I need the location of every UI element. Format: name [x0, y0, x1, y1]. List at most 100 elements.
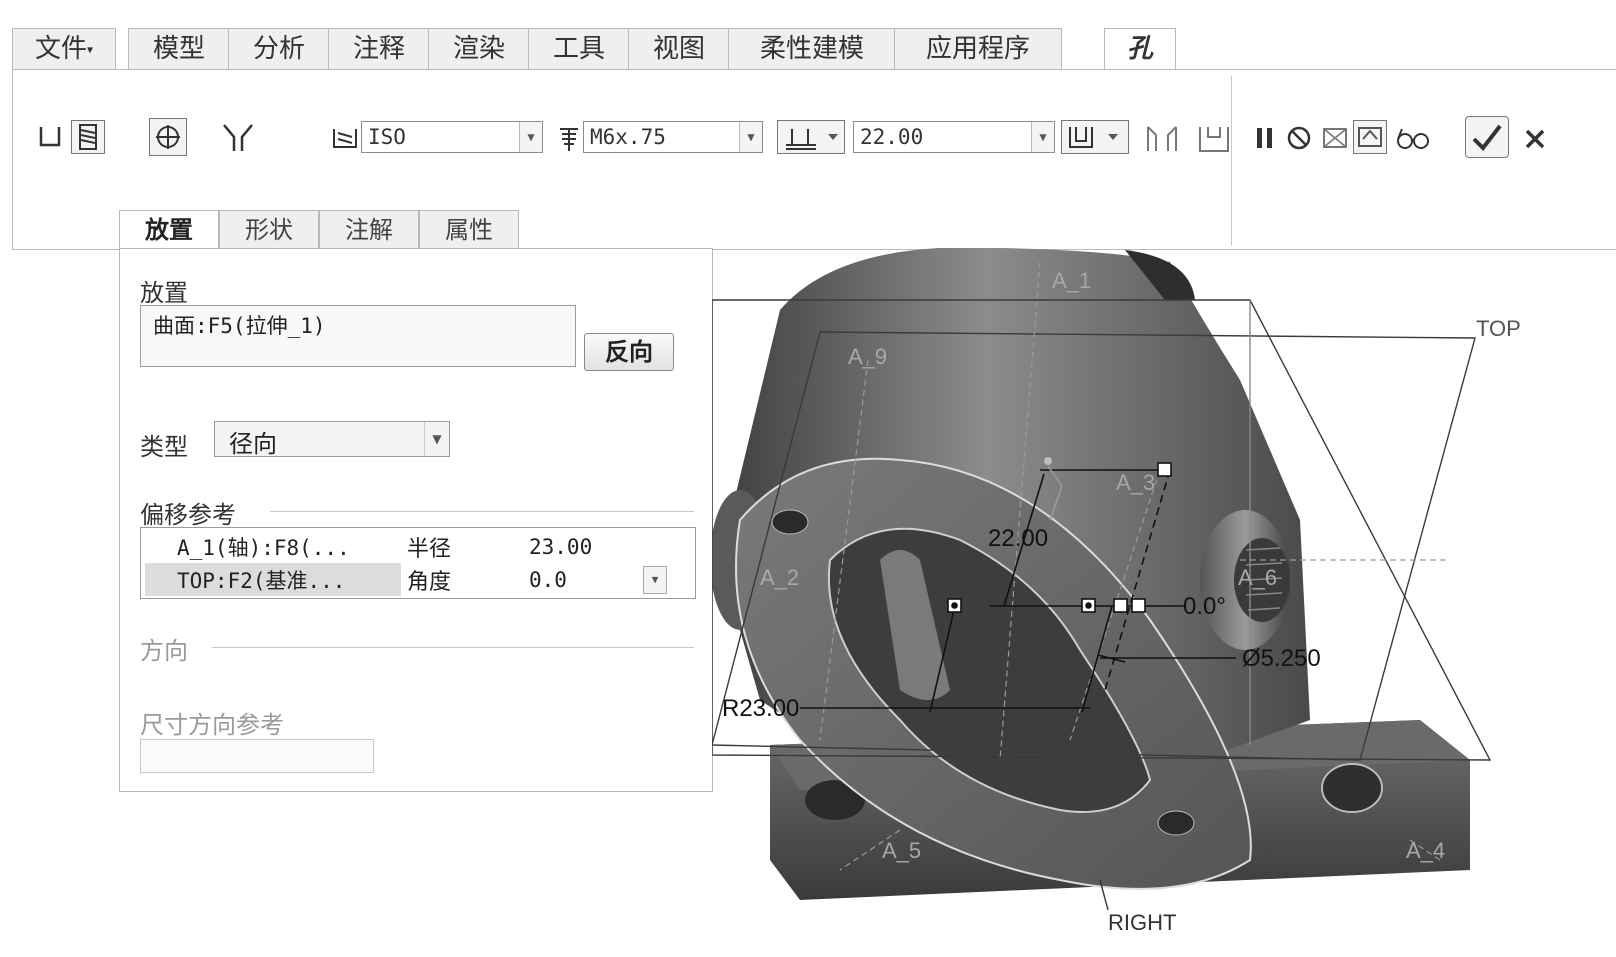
diameter-drag-handle[interactable] [1113, 598, 1128, 613]
tab-applications[interactable]: 应用程序 [894, 28, 1062, 69]
chevron-down-icon[interactable]: ▼ [424, 422, 449, 456]
glasses-icon [1397, 128, 1429, 149]
counterbore-icon [1199, 127, 1229, 152]
depth-value-select[interactable]: 22.00 ▼ [853, 121, 1055, 153]
offset-value-cell[interactable]: 0.0 ▼ [523, 563, 675, 596]
chevron-down-icon[interactable]: ▼ [1031, 122, 1054, 152]
simple-hole-button[interactable] [35, 122, 65, 152]
placement-panel: 放置 曲面:F5(拉伸_1) 反向 类型 径向 ▼ 偏移参考 A_1(轴):F8… [119, 248, 713, 792]
angle-drag-handle[interactable] [1131, 598, 1146, 613]
datum-label-a4: A_4 [1406, 838, 1445, 863]
offset-ref-cell[interactable]: A_1(轴):F8(... [145, 530, 401, 563]
depth-type-button[interactable] [777, 120, 845, 154]
tab-tools[interactable]: 工具 [528, 28, 630, 69]
preview-button[interactable] [1319, 122, 1349, 152]
subtab-placement[interactable]: 放置 [119, 210, 219, 251]
standard-select[interactable]: ISO ▼ [361, 121, 543, 153]
placement-surface-ref: 曲面:F5(拉伸_1) [153, 314, 326, 338]
dim-direction-collector[interactable] [140, 739, 374, 773]
pause-button[interactable] [1249, 122, 1279, 152]
table-row[interactable]: TOP:F2(基准... 角度 0.0 ▼ [145, 563, 675, 596]
type-select[interactable]: 径向 ▼ [214, 421, 450, 458]
tab-model[interactable]: 模型 [128, 28, 230, 69]
tab-render[interactable]: 渲染 [428, 28, 530, 69]
offset-kind-cell[interactable]: 角度 [401, 563, 523, 596]
drill-tip-button[interactable] [219, 122, 255, 152]
tab-label: 孔 [1126, 34, 1153, 64]
offset-refs-table: A_1(轴):F8(... 半径 23.00 TOP:F2(基准... 角度 0… [140, 527, 696, 599]
offset-refs-label: 偏移参考 [140, 501, 236, 529]
datum-label-right: RIGHT [1108, 910, 1176, 935]
tab-hole[interactable]: 孔 [1104, 28, 1176, 71]
offset-kind-cell[interactable]: 半径 [401, 530, 523, 563]
counterbore-button[interactable] [1143, 122, 1179, 152]
placement-surface-collector[interactable]: 曲面:F5(拉伸_1) [140, 305, 576, 367]
tab-label: 柔性建模 [759, 34, 864, 64]
depth-value: 22.00 [860, 125, 924, 149]
countersink-button[interactable] [1061, 120, 1129, 154]
cancel-button[interactable] [1519, 122, 1549, 152]
depth-drag-handle[interactable] [1157, 462, 1172, 477]
simple-hole-icon [39, 127, 61, 147]
counterbore-alt-button[interactable] [1195, 122, 1231, 152]
datum-label-a2: A_2 [760, 565, 799, 590]
glasses-button[interactable] [1393, 122, 1431, 152]
radius-dim-value[interactable]: R23.00 [722, 695, 799, 722]
tab-label: 视图 [652, 34, 705, 64]
subtab-label: 放置 [145, 216, 193, 244]
depth-dim-value[interactable]: 22.00 [988, 525, 1048, 552]
confirm-button[interactable] [1465, 116, 1509, 158]
preview-icon [1323, 128, 1347, 148]
tab-annotate[interactable]: 注释 [328, 28, 430, 69]
tapped-hole-button[interactable] [149, 118, 187, 156]
graphics-viewport[interactable]: A_1 A_9 TOP A_3 A_2 A_6 A_5 A_4 RIGHT 22… [712, 248, 1616, 957]
ribbon-tab-bar: 文件▾ 模型 分析 注释 渲染 工具 视图 柔性建模 应用程序 孔 [12, 28, 1616, 71]
datum-label-top: TOP [1476, 316, 1521, 341]
standard-hole-button[interactable] [71, 120, 105, 154]
subtab-label: 注解 [345, 216, 393, 244]
blind-depth-icon [786, 129, 838, 150]
counterbore-icon [1147, 126, 1177, 151]
tab-file-label: 文件 [34, 34, 87, 64]
verify-mode-button[interactable] [1353, 120, 1387, 154]
direction-label: 方向 [140, 637, 188, 665]
tab-label: 工具 [552, 34, 605, 64]
placement-section-label: 放置 [140, 279, 188, 307]
standard-icon [333, 129, 357, 148]
angle-dim-value[interactable]: 0.0° [1183, 593, 1226, 620]
section-divider [212, 647, 694, 648]
chevron-down-icon[interactable]: ▼ [643, 566, 667, 594]
subtab-properties[interactable]: 属性 [419, 210, 519, 249]
drill-tip-icon [223, 124, 253, 151]
datum-label-a9: A_9 [848, 344, 887, 369]
screw-size-select[interactable]: M6x.75 ▼ [583, 121, 763, 153]
pause-icon [1257, 128, 1272, 148]
tab-label: 模型 [152, 34, 205, 64]
tapped-hole-icon [156, 125, 180, 149]
flip-button[interactable]: 反向 [584, 333, 674, 371]
no-preview-button[interactable] [1283, 122, 1313, 152]
chevron-down-icon[interactable]: ▼ [739, 122, 762, 152]
offset-handle[interactable] [1044, 457, 1052, 465]
offset-refs-grid: A_1(轴):F8(... 半径 23.00 TOP:F2(基准... 角度 0… [145, 530, 675, 596]
datum-label-a1: A_1 [1052, 268, 1091, 293]
standard-hole-icon [79, 124, 97, 150]
tab-flexible-modeling[interactable]: 柔性建模 [728, 28, 896, 69]
tab-view[interactable]: 视图 [628, 28, 730, 69]
diameter-dim-value[interactable]: Ø5.250 [1242, 645, 1321, 672]
offset-value: 0.0 [529, 567, 567, 592]
chevron-down-icon[interactable]: ▼ [519, 122, 542, 152]
standard-select-value: ISO [368, 125, 406, 149]
subtab-notes[interactable]: 注解 [319, 210, 419, 249]
type-label: 类型 [140, 433, 188, 461]
dim-direction-label: 尺寸方向参考 [140, 711, 284, 739]
tab-label: 渲染 [452, 34, 505, 64]
tab-analysis[interactable]: 分析 [228, 28, 330, 69]
cancel-icon [1525, 129, 1545, 149]
datum-label-a6: A_6 [1238, 565, 1277, 590]
subtab-shape[interactable]: 形状 [219, 210, 319, 249]
tab-file[interactable]: 文件▾ [12, 28, 116, 69]
offset-value-cell[interactable]: 23.00 [523, 530, 675, 563]
table-row[interactable]: A_1(轴):F8(... 半径 23.00 [145, 530, 675, 563]
offset-ref-cell[interactable]: TOP:F2(基准... [145, 563, 401, 596]
